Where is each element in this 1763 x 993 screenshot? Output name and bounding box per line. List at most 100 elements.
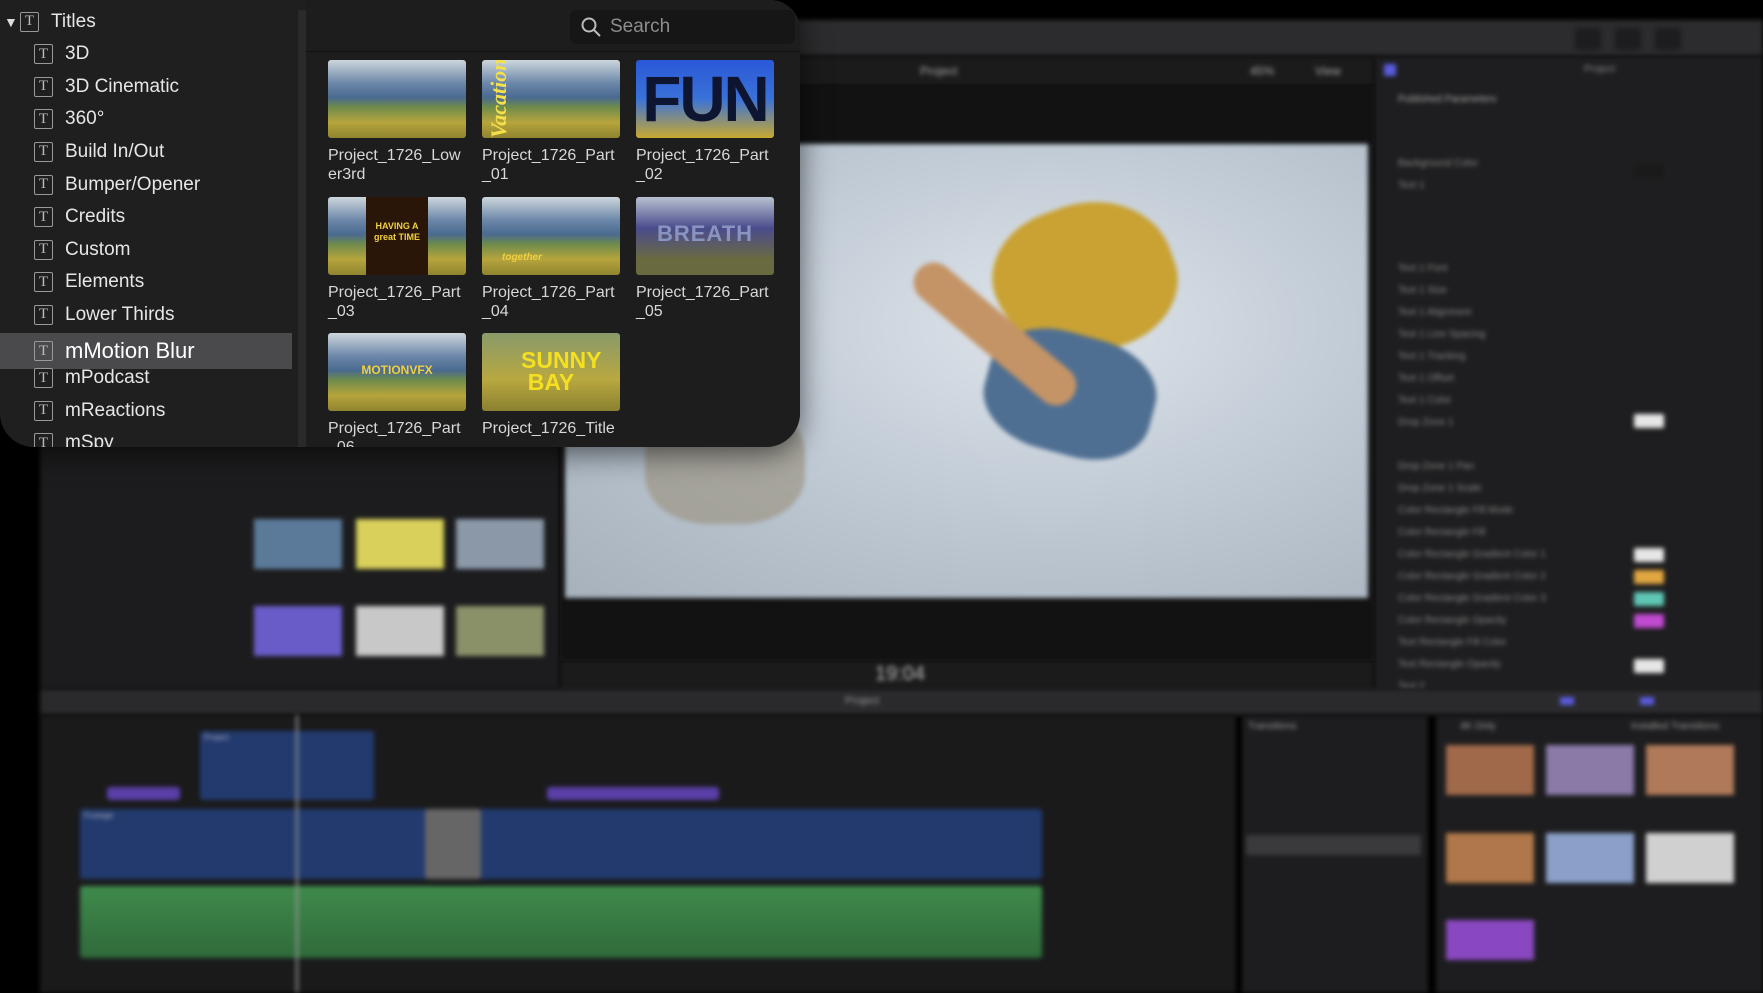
search-input[interactable]: Search <box>570 10 795 44</box>
sidebar-item-mreactions[interactable]: TmReactions <box>0 394 292 427</box>
sidebar-item-mspy[interactable]: TmSpy <box>0 427 292 447</box>
sidebar-item-build-in-out[interactable]: T Build In/Out <box>0 135 292 168</box>
sidebar-item-label: Elements <box>65 271 145 293</box>
color-swatch[interactable] <box>1634 414 1664 428</box>
browser-thumbnail[interactable] <box>254 606 342 656</box>
transition-thumbnail[interactable] <box>1446 833 1534 883</box>
playhead[interactable] <box>296 715 298 993</box>
inspector-param: Color Rectangle Gradient Color 3 <box>1398 593 1546 604</box>
title-clip[interactable] <box>107 787 180 800</box>
title-name[interactable]: Project_1726_Part_02 <box>636 146 776 184</box>
sidebar-item-bumper-opener[interactable]: T Bumper/Opener <box>0 168 292 201</box>
sidebar-item-mpodcast[interactable]: TmPodcast <box>0 362 292 395</box>
title-thumbnail[interactable]: FUN <box>636 60 774 138</box>
thumbnail-overlay-text: HAVING A great TIME <box>373 221 420 242</box>
title-name[interactable]: Project_1726_Part_03 <box>328 283 468 321</box>
inspector-param: Drop Zone 1 Pan <box>1398 461 1475 472</box>
browser-thumbnail[interactable] <box>456 606 544 656</box>
toggle-icon[interactable] <box>1640 697 1654 705</box>
title-name[interactable]: Project_1726_Lower3rd <box>328 146 468 184</box>
sidebar-item-elements[interactable]: T Elements <box>0 266 292 299</box>
color-swatch[interactable] <box>1634 548 1664 562</box>
title-thumbnail[interactable]: BREATH <box>636 197 774 275</box>
disclosure-triangle-icon[interactable]: ▼ <box>4 14 18 30</box>
title-thumbnail[interactable] <box>328 60 466 138</box>
inspector-param: Text Rectangle Fill Color <box>1398 637 1507 648</box>
sidebar-item-3d-cinematic[interactable]: T 3D Cinematic <box>0 70 292 103</box>
title-thumbnail[interactable]: SUNNY BAY <box>482 333 620 411</box>
inspector-param: Text 1 Offset <box>1398 373 1454 384</box>
title-clip[interactable] <box>547 787 719 800</box>
installed-transitions[interactable]: Installed Transitions <box>1631 721 1719 732</box>
color-swatch[interactable] <box>1634 592 1664 606</box>
inspector-param: Text 1 Color <box>1398 395 1452 406</box>
viewer-controls: 19:04 <box>560 660 1374 690</box>
color-swatch[interactable] <box>1634 164 1664 178</box>
title-category-icon: T <box>34 207 53 228</box>
transition-thumbnail[interactable] <box>1646 745 1734 795</box>
title-name[interactable]: Project_1726_Part_01 <box>482 146 622 184</box>
browser-thumbnail[interactable] <box>456 519 544 569</box>
title-clip[interactable]: Project <box>200 731 374 800</box>
transition-thumbnail[interactable] <box>1546 833 1634 883</box>
color-swatch[interactable] <box>1634 659 1664 673</box>
title-thumbnail[interactable]: HAVING A great TIME <box>328 197 466 275</box>
browser-thumbnail[interactable] <box>356 519 444 569</box>
sidebar-item-titles[interactable]: ▼ T Titles <box>0 5 292 38</box>
selected-category[interactable] <box>1246 835 1421 855</box>
toggle-icon[interactable] <box>1560 697 1574 705</box>
layout-button[interactable] <box>1655 28 1681 50</box>
view-menu[interactable]: View <box>1315 64 1341 78</box>
inspector: Project Published Parameters Background … <box>1374 56 1763 692</box>
sidebar-item-label: Bumper/Opener <box>65 173 201 195</box>
title-thumbnail[interactable]: Vacation <box>482 60 620 138</box>
transition-thumbnail[interactable] <box>1446 745 1534 795</box>
browser-thumbnail[interactable] <box>254 519 342 569</box>
transition-thumbnail[interactable] <box>1446 920 1534 960</box>
audio-clip[interactable] <box>80 886 1042 958</box>
inspector-section: Published Parameters <box>1398 94 1497 105</box>
title-category-icon: T <box>20 11 39 32</box>
thumbnail-overlay-text: together <box>502 252 542 263</box>
transition-thumbnail[interactable] <box>1646 833 1734 883</box>
title-name[interactable]: Project_1726_Title <box>482 419 622 438</box>
transition-clip[interactable] <box>425 809 481 879</box>
title-name[interactable]: Project_1726_Part_04 <box>482 283 622 321</box>
title-category-icon: T <box>34 239 53 260</box>
title-category-icon: T <box>34 368 53 389</box>
inspector-param: Drop Zone 1 <box>1398 417 1454 428</box>
layout-button[interactable] <box>1575 28 1601 50</box>
timeline-project[interactable]: Project <box>845 695 879 707</box>
sidebar-scrollbar[interactable] <box>298 10 306 447</box>
sidebar-item-3d[interactable]: T 3D <box>0 38 292 71</box>
title-name[interactable]: Project_1726_Part_06 <box>328 419 468 447</box>
sidebar-item-360-[interactable]: T 360° <box>0 103 292 136</box>
inspector-param: Color Rectangle Opacity <box>1398 615 1507 626</box>
magnifier-icon <box>581 17 601 37</box>
sidebar-item-credits[interactable]: T Credits <box>0 201 292 234</box>
title-thumbnail[interactable]: MOTIONVFX <box>328 333 466 411</box>
title-name[interactable]: Project_1726_Part_05 <box>636 283 776 321</box>
timecode: 19:04 <box>875 663 926 685</box>
filter-4k[interactable]: 4K Only <box>1460 721 1496 732</box>
transitions-grid: 4K Only Installed Transitions <box>1436 715 1763 993</box>
sidebar-item-label: mSpy <box>65 432 114 447</box>
zoom-menu[interactable]: 45% <box>1250 64 1274 78</box>
timeline[interactable]: Project Footage <box>40 715 1236 993</box>
inspector-param: Text 1 Tracking <box>1398 351 1466 362</box>
footage-clip[interactable]: Footage <box>80 809 1042 879</box>
titles-grid: Search Project_1726_Lower3rd Vacation Proj… <box>306 0 800 447</box>
inspector-param: Drop Zone 1 Scale <box>1398 483 1482 494</box>
browser-thumbnail[interactable] <box>356 606 444 656</box>
inspector-tab-icon[interactable] <box>1384 64 1396 76</box>
sidebar-item-label: mReactions <box>65 399 166 421</box>
inspector-param: Background Color <box>1398 158 1479 169</box>
color-swatch[interactable] <box>1634 614 1664 628</box>
sidebar-item-lower-thirds[interactable]: T Lower Thirds <box>0 298 292 331</box>
inspector-title: Project <box>1584 64 1616 75</box>
color-swatch[interactable] <box>1634 570 1664 584</box>
title-thumbnail[interactable]: together <box>482 197 620 275</box>
sidebar-item-custom[interactable]: T Custom <box>0 233 292 266</box>
transition-thumbnail[interactable] <box>1546 745 1634 795</box>
layout-button[interactable] <box>1615 28 1641 50</box>
